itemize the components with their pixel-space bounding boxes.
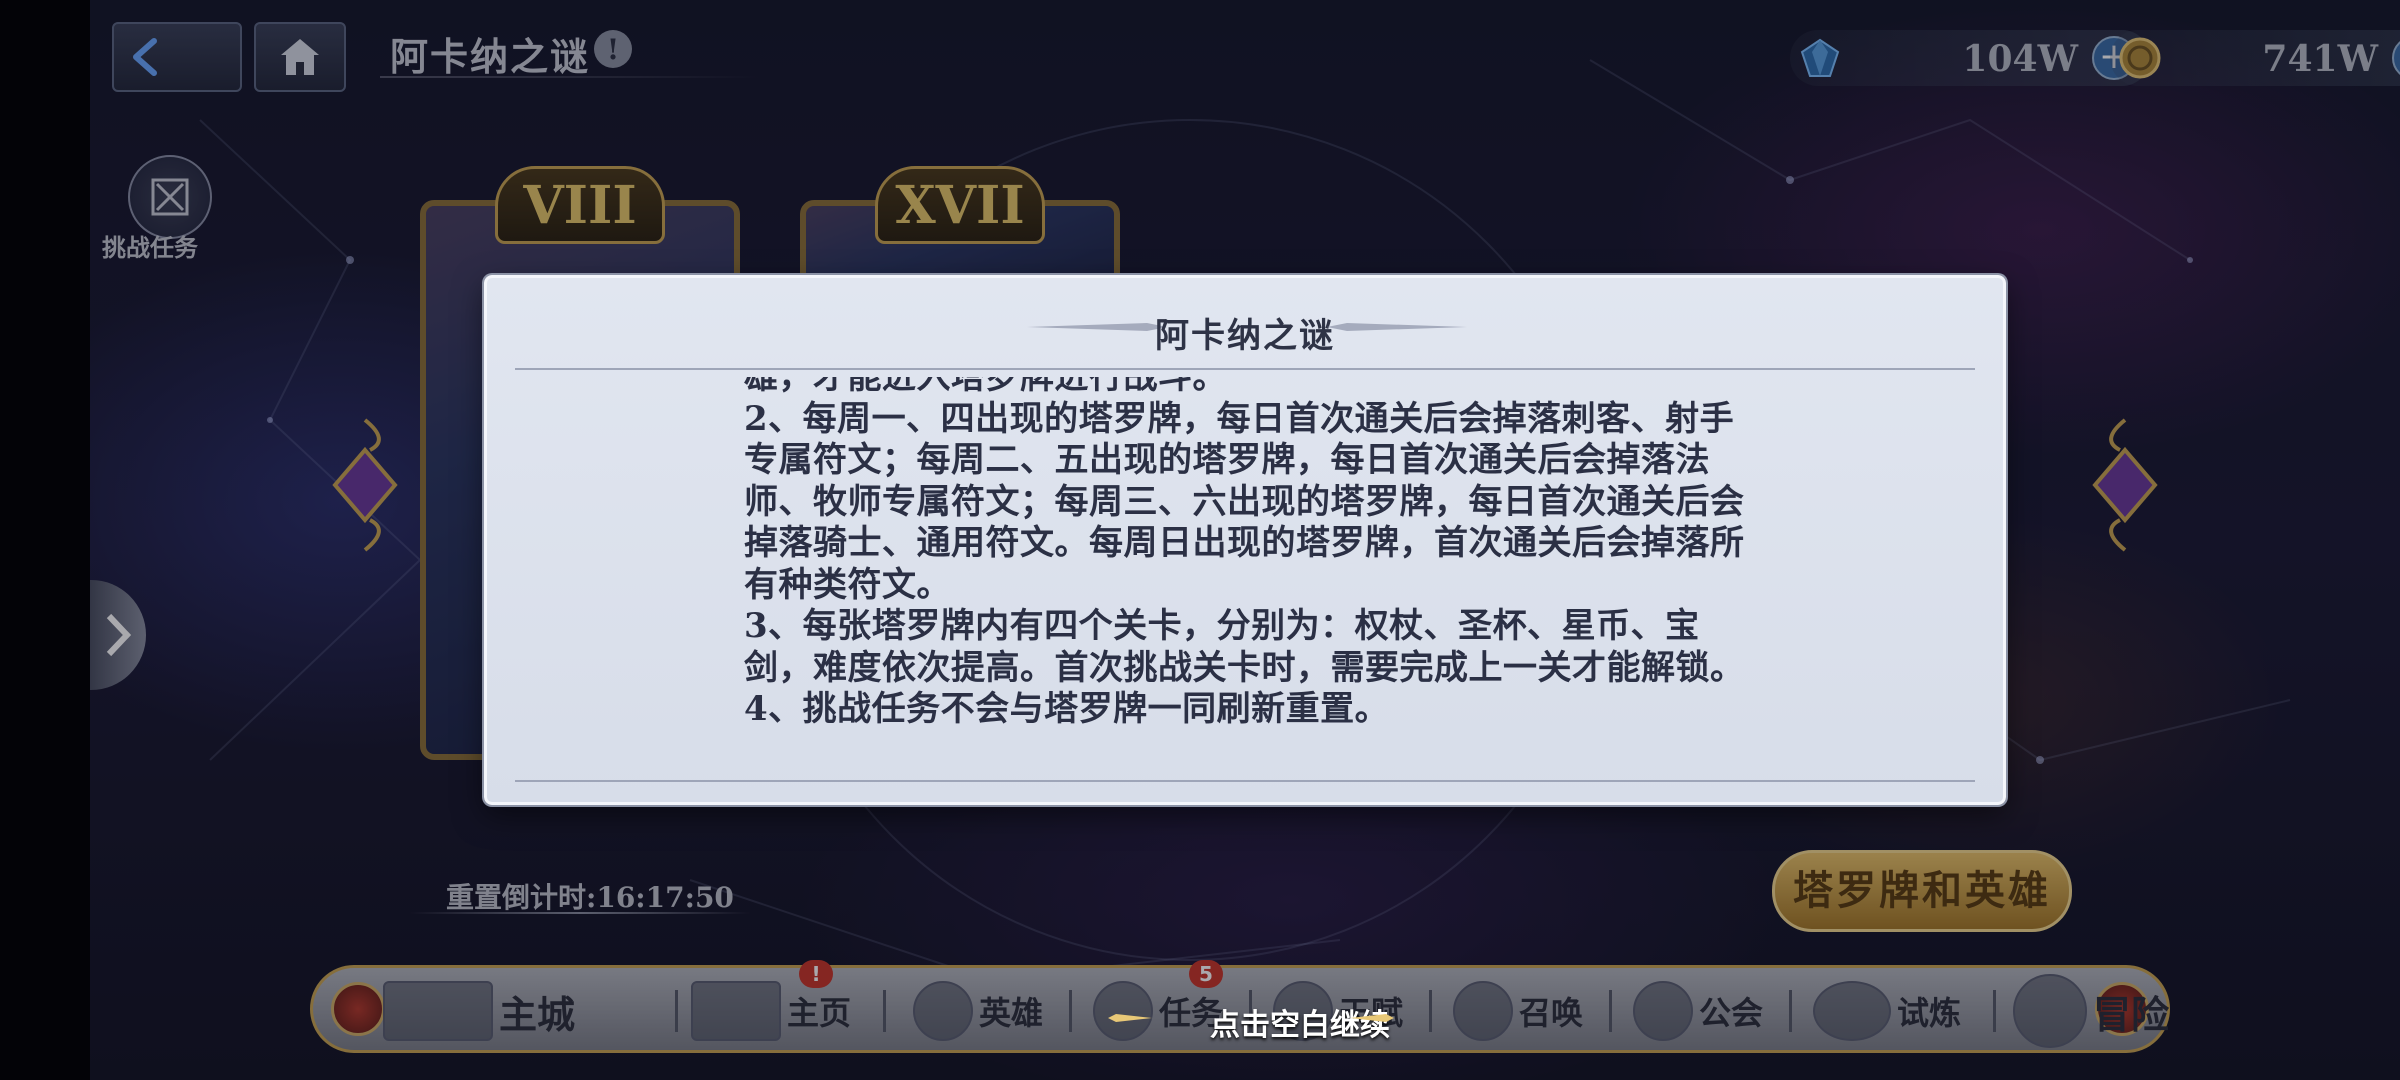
hint-arrow-left-icon <box>1108 1014 1152 1022</box>
hint-arrow-right-icon <box>1350 1014 1394 1022</box>
rules-paragraph: 3、每张塔罗牌内有四个关卡，分别为：权杖、圣杯、星币、宝剑，难度依次提高。首次挑… <box>744 606 1745 688</box>
divider <box>515 780 1975 782</box>
tap-to-continue-hint: 点击空白继续 <box>1210 1008 1390 1043</box>
rules-dialog: 阿卡纳之谜 雄，才能进入塔罗牌进行战斗。 2、每周一、四出现的塔罗牌，每日首次通… <box>484 275 2006 805</box>
rules-paragraph: 雄，才能进入塔罗牌进行战斗。 <box>744 377 1227 397</box>
dialog-title: 阿卡纳之谜 <box>1155 316 1335 356</box>
divider <box>515 368 1975 370</box>
title-ornament-right-icon <box>1327 323 1467 331</box>
rules-paragraph: 4、挑战任务不会与塔罗牌一同刷新重置。 <box>744 689 1390 729</box>
rules-text[interactable]: 雄，才能进入塔罗牌进行战斗。 2、每周一、四出现的塔罗牌，每日首次通关后会掉落刺… <box>744 377 1764 747</box>
rules-paragraph: 2、每周一、四出现的塔罗牌，每日首次通关后会掉落刺客、射手专属符文；每周二、五出… <box>744 398 1745 605</box>
